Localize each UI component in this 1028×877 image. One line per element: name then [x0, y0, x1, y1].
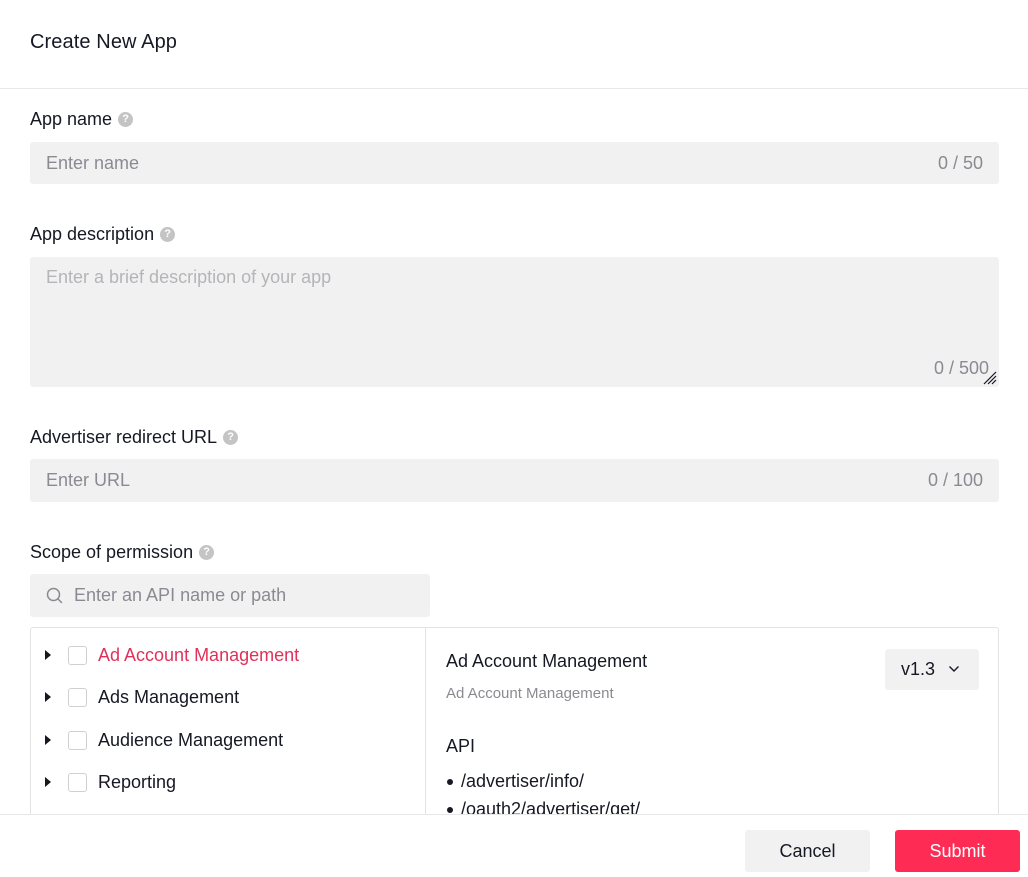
- detail-subtitle: Ad Account Management: [446, 685, 614, 702]
- caret-right-icon[interactable]: [45, 735, 51, 745]
- permission-panel: Ad Account Management Ads Management Aud…: [30, 627, 999, 827]
- caret-right-icon[interactable]: [45, 777, 51, 787]
- resize-handle-icon[interactable]: [981, 369, 997, 385]
- api-list-item: /advertiser/info/: [446, 770, 640, 798]
- version-value: v1.3: [901, 659, 936, 679]
- tree-item-label: Ads Management: [98, 686, 240, 707]
- tree-item-reporting[interactable]: Reporting: [31, 767, 425, 797]
- detail-title: Ad Account Management: [446, 651, 648, 671]
- permission-checkbox[interactable]: [68, 772, 87, 792]
- chevron-down-icon: [949, 666, 959, 672]
- submit-button[interactable]: Submit: [895, 830, 1020, 872]
- redirect-url-label: Advertiser redirect URL ?: [30, 427, 239, 448]
- cancel-button[interactable]: Cancel: [745, 830, 870, 872]
- question-icon[interactable]: ?: [199, 545, 215, 560]
- tree-item-ads-management[interactable]: Ads Management: [31, 682, 425, 712]
- api-search-field[interactable]: [30, 574, 430, 617]
- redirect-url-input[interactable]: [46, 459, 906, 502]
- permission-checkbox[interactable]: [68, 645, 87, 665]
- permission-tree: Ad Account Management Ads Management Aud…: [31, 628, 426, 827]
- redirect-url-label-text: Advertiser redirect URL: [30, 427, 218, 447]
- caret-right-icon[interactable]: [45, 692, 51, 702]
- tree-item-label: Audience Management: [98, 729, 284, 750]
- tree-item-label: Reporting: [98, 771, 177, 792]
- dialog-header: Create New App: [0, 0, 1028, 89]
- tree-item-ad-account-management[interactable]: Ad Account Management: [31, 640, 425, 670]
- api-heading: API: [446, 736, 476, 756]
- app-name-counter: 0 / 50: [937, 153, 983, 173]
- app-description-field[interactable]: 0 / 500: [30, 257, 999, 387]
- permission-detail: Ad Account Management Ad Account Managem…: [427, 628, 999, 827]
- tree-item-audience-management[interactable]: Audience Management: [31, 725, 425, 755]
- app-description-label: App description ?: [30, 224, 176, 245]
- dialog-footer: Cancel Submit: [0, 814, 1028, 877]
- redirect-url-counter: 0 / 100: [927, 470, 983, 490]
- app-description-label-text: App description: [30, 224, 155, 244]
- redirect-url-field[interactable]: 0 / 100: [30, 459, 999, 502]
- version-select[interactable]: v1.3: [885, 649, 979, 690]
- api-search-input[interactable]: [74, 574, 414, 617]
- app-name-field[interactable]: 0 / 50: [30, 142, 999, 184]
- tree-item-label: Ad Account Management: [98, 644, 300, 665]
- app-name-label-text: App name: [30, 109, 113, 129]
- question-icon[interactable]: ?: [223, 430, 239, 445]
- app-name-input[interactable]: [46, 142, 906, 184]
- scope-label: Scope of permission ?: [30, 542, 215, 563]
- scope-label-text: Scope of permission: [30, 542, 194, 562]
- permission-checkbox[interactable]: [68, 730, 87, 750]
- question-icon[interactable]: ?: [160, 227, 176, 242]
- question-icon[interactable]: ?: [118, 112, 134, 127]
- caret-right-icon[interactable]: [45, 650, 51, 660]
- dialog-title: Create New App: [30, 31, 178, 53]
- app-name-label: App name ?: [30, 109, 134, 130]
- app-description-textarea[interactable]: [46, 267, 976, 357]
- permission-checkbox[interactable]: [68, 687, 87, 707]
- search-icon: [46, 587, 63, 604]
